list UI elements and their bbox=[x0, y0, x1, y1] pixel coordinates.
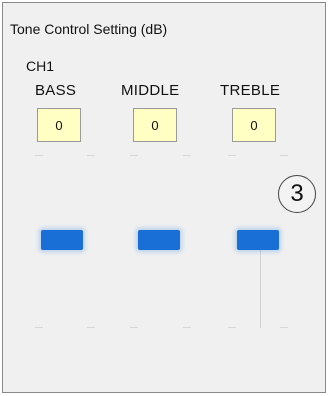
treble-value-field[interactable]: 0 bbox=[232, 108, 276, 142]
scale-tick bbox=[228, 327, 236, 328]
scale-tick bbox=[87, 155, 95, 156]
scale-tick bbox=[183, 327, 191, 328]
scale-tick bbox=[35, 155, 43, 156]
bass-slider-handle[interactable] bbox=[41, 230, 83, 250]
scale-tick bbox=[183, 155, 191, 156]
channel-label: CH1 bbox=[26, 58, 55, 74]
bass-value-field[interactable]: 0 bbox=[37, 108, 81, 142]
scale-tick bbox=[280, 155, 288, 156]
scale-tick bbox=[228, 155, 236, 156]
callout-badge: 3 bbox=[278, 175, 316, 213]
scale-tick bbox=[87, 327, 95, 328]
scale-tick bbox=[130, 155, 138, 156]
scale-tick bbox=[130, 327, 138, 328]
band-label-treble: TREBLE bbox=[220, 82, 281, 99]
treble-slider-handle[interactable] bbox=[237, 230, 279, 250]
treble-slider-track bbox=[260, 250, 261, 328]
scale-tick bbox=[280, 327, 288, 328]
middle-slider-handle[interactable] bbox=[138, 230, 180, 250]
band-label-bass: BASS bbox=[35, 82, 77, 99]
panel-title: Tone Control Setting (dB) bbox=[10, 21, 168, 37]
band-label-middle: MIDDLE bbox=[121, 82, 180, 99]
scale-tick bbox=[35, 327, 43, 328]
middle-value-field[interactable]: 0 bbox=[133, 108, 177, 142]
